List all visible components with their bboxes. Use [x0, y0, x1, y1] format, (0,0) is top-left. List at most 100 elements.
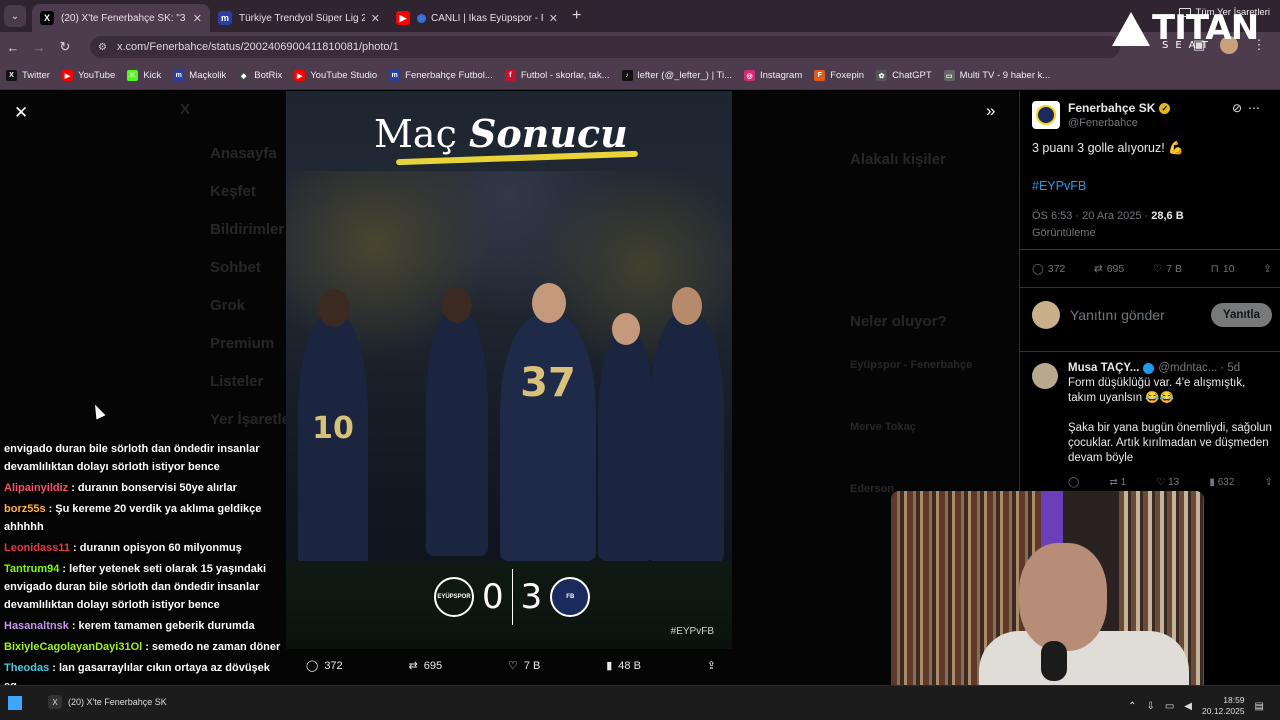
bookmark-item[interactable]: F Foxepin	[814, 70, 864, 81]
bookmark-item[interactable]: f Futbol - skorlar, tak...	[504, 70, 610, 81]
photo-viewer: X Anasayfa Keşfet Bildirimler Sohbet Gro…	[0, 91, 1018, 685]
score-board: EYÜPSPOR 0 3 FB	[434, 569, 591, 625]
chat-username[interactable]: Hasanaltnsk	[4, 620, 69, 632]
bookmark-label: Foxepin	[830, 70, 865, 81]
chat-username[interactable]: borz55s	[4, 503, 46, 515]
player-head	[612, 313, 640, 345]
chat-text: : duranın bonservisi 50ye alırlar	[71, 482, 237, 494]
divider	[1020, 351, 1280, 352]
like-button[interactable]: ♡ 7 B	[508, 659, 540, 673]
bookmark-item[interactable]: ▶ YouTube Studio	[294, 70, 377, 81]
share-icon[interactable]: ⇪	[1265, 477, 1273, 488]
chat-text: : kerem tamamen geberik durumda	[71, 620, 255, 632]
stream-chat-overlay: envigado duran bile sörloth dan öndedir …	[0, 440, 285, 685]
tweet-hashtag-link[interactable]: #EYPvFB	[1032, 179, 1086, 193]
bookmark-item[interactable]: X Twitter	[6, 70, 50, 81]
image-title-italic: Sonucu	[468, 111, 628, 156]
clock-time: 18:59	[1223, 695, 1245, 705]
new-tab-button[interactable]: +	[572, 7, 581, 25]
system-tray: ⌃ ⇩ ▭ ◀ 18:59 20.12.2025 ▤	[1128, 695, 1264, 717]
chat-username[interactable]: Theodas	[4, 662, 49, 674]
comment-like-count: 13	[1168, 477, 1180, 488]
bookmark-item[interactable]: ▶ YouTube	[61, 70, 115, 81]
chevron-up-icon[interactable]: ⌃	[1128, 701, 1136, 712]
bookmark-item[interactable]: ✿ ChatGPT	[876, 70, 932, 81]
tweet-timestamp[interactable]: ÖS 6:53 · 20 Ara 2025 ·	[1032, 210, 1148, 222]
bookmark-item[interactable]: ♪ lefter (@_lefter_) | Ti...	[621, 70, 732, 81]
tab-x-fenerbahce[interactable]: X (20) X'te Fenerbahçe SK: "3 puanı ✕	[32, 4, 210, 32]
fenerbahce-crest-icon: FB	[550, 577, 591, 617]
comment-views[interactable]: ▮ 632	[1209, 477, 1234, 488]
reply-input[interactable]: Yanıtını gönder	[1070, 307, 1211, 323]
share-button[interactable]: ⇪	[1263, 263, 1272, 275]
network-icon[interactable]: ▭	[1165, 701, 1174, 712]
share-icon: ⇪	[1263, 263, 1272, 275]
tweet-author[interactable]: Fenerbahçe SK ✓ @Fenerbahce	[1032, 101, 1171, 129]
bookmark-item[interactable]: m Maçkolik	[173, 70, 226, 81]
reply-icon[interactable]: ◯	[1068, 477, 1079, 488]
start-icon[interactable]	[8, 696, 22, 710]
ghost-side-heading: Alakalı kişiler	[850, 151, 946, 168]
bookmark-label: lefter (@_lefter_) | Ti...	[637, 70, 732, 81]
address-bar[interactable]: ⚙ x.com/Fenerbahce/status/20024069004118…	[90, 36, 1120, 58]
reply-count: 372	[1047, 263, 1066, 275]
grok-icon[interactable]: ⊘	[1232, 101, 1248, 115]
reload-icon[interactable]: ↻	[52, 39, 78, 55]
tab-super-lig[interactable]: m Türkiye Trendyol Süper Lig 2025 ✕	[210, 4, 388, 32]
close-tab-icon[interactable]: ✕	[371, 12, 380, 25]
reply-composer: Yanıtını gönder Yanıtla	[1032, 301, 1272, 329]
close-photo-icon[interactable]: ✕	[14, 103, 28, 123]
more-options-icon[interactable]: ⋯	[1248, 101, 1266, 115]
away-score: 3	[520, 577, 543, 617]
chat-username[interactable]: BixiyleCagolayanDayi31Ol	[4, 641, 142, 653]
reply-comment[interactable]: Musa TAÇY... @mdntac... · 5d Form düşükl…	[1032, 361, 1272, 481]
bookmark-icon: ⊓	[1210, 263, 1219, 275]
views-button[interactable]: ▮ 48 B	[606, 659, 641, 673]
back-arrow-icon[interactable]: ←	[0, 40, 26, 55]
bookmark-label: Kick	[143, 70, 162, 81]
ghost-side-heading: Neler oluyor?	[850, 313, 947, 330]
clock-date: 20.12.2025	[1202, 706, 1245, 716]
volume-icon[interactable]: ◀	[1184, 701, 1192, 712]
commenter-avatar[interactable]	[1032, 363, 1058, 389]
bookmark-favicon-icon: ◎	[744, 70, 755, 81]
comment-reposts[interactable]: ⇄ 1	[1109, 477, 1126, 488]
reply-button[interactable]: ◯ 372	[1032, 263, 1065, 275]
reply-button[interactable]: ◯ 372	[306, 659, 343, 673]
share-button[interactable]: ⇪	[707, 659, 716, 672]
clock[interactable]: 18:59 20.12.2025	[1202, 695, 1245, 717]
bookmark-button[interactable]: ⊓ 10	[1211, 263, 1235, 275]
commenter-name[interactable]: Musa TAÇY...	[1068, 361, 1139, 376]
tab-search-button[interactable]: ⌄	[4, 5, 26, 27]
author-name: Fenerbahçe SK	[1068, 101, 1156, 115]
repost-icon: ⇄	[1093, 263, 1103, 275]
tab-canli-yayin[interactable]: ▶ CANLI | İkas Eyüpspor - Fenerbahçe ✕	[388, 4, 566, 32]
bookmark-item[interactable]: m Fenerbahçe Futbol...	[389, 70, 493, 81]
chat-username[interactable]: Alipainyildiz	[4, 482, 68, 494]
reply-count: 372	[324, 659, 343, 672]
site-info-icon[interactable]: ⚙	[98, 42, 107, 53]
repost-button[interactable]: ⇄ 695	[409, 659, 443, 673]
close-tab-icon[interactable]: ✕	[193, 12, 202, 25]
comment-likes[interactable]: ♡ 13	[1156, 477, 1179, 488]
bookmark-item[interactable]: ▭ Multi TV - 9 haber k...	[943, 70, 1050, 81]
close-tab-icon[interactable]: ✕	[549, 12, 558, 25]
bookmark-item[interactable]: K Kick	[127, 70, 161, 81]
chat-username[interactable]: Leonidass11	[4, 542, 70, 554]
taskbar-app[interactable]: X (20) X'te Fenerbahçe SK	[48, 695, 167, 709]
like-button[interactable]: ♡ 7 B	[1153, 263, 1182, 275]
comment-view-count: 632	[1217, 477, 1235, 488]
download-icon[interactable]: ⇩	[1146, 701, 1154, 712]
reply-submit-button[interactable]: Yanıtla	[1210, 303, 1272, 327]
x-logo-icon: X	[40, 11, 54, 25]
bookmark-item[interactable]: ◎ Instagram	[744, 70, 802, 81]
forward-arrow-icon[interactable]: →	[26, 40, 52, 55]
x-logo-icon: X	[48, 695, 62, 709]
author-avatar[interactable]	[1032, 101, 1060, 129]
collapse-panel-icon[interactable]: »	[986, 101, 995, 121]
chat-username[interactable]: Tantrum94	[4, 563, 59, 575]
notification-icon[interactable]: ▤	[1255, 701, 1264, 712]
divider	[1020, 249, 1280, 250]
repost-button[interactable]: ⇄ 695	[1094, 263, 1124, 275]
bookmark-item[interactable]: ◆ BotRix	[238, 70, 282, 81]
